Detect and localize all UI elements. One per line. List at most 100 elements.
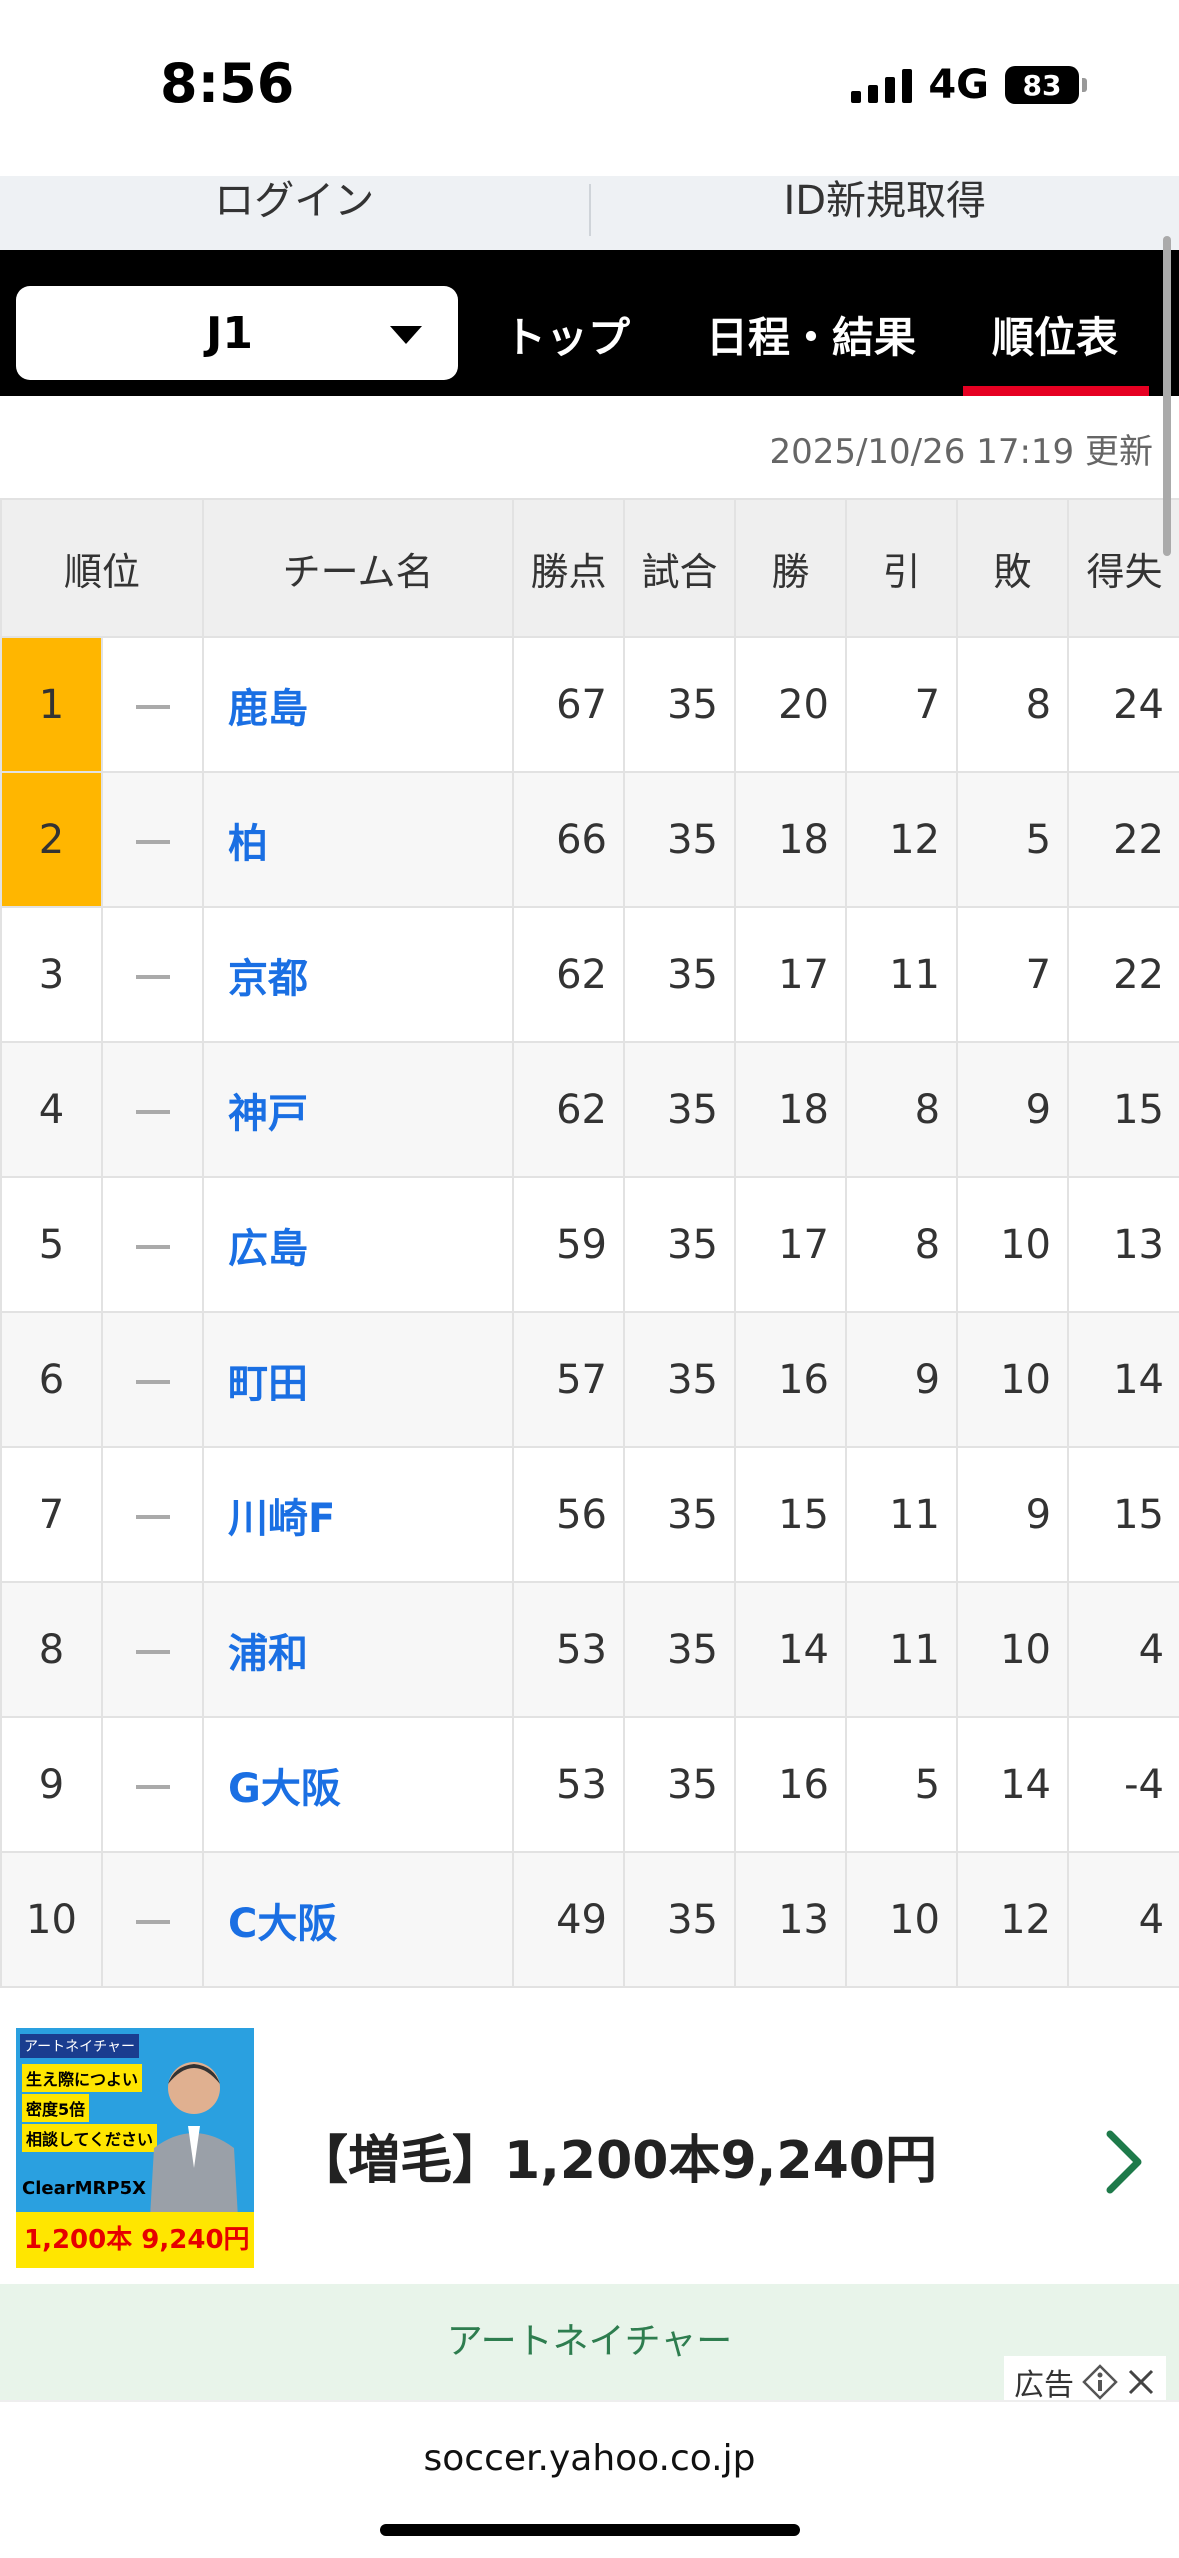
draws-cell: 12	[846, 772, 957, 907]
ad-image-price: 1,200本 9,240円	[16, 2212, 254, 2268]
rank-cell: 10	[1, 1852, 102, 1987]
header-team: チーム名	[203, 499, 513, 637]
played-cell: 35	[624, 772, 735, 907]
ad-label-text: 広告	[1014, 2360, 1074, 2404]
url-field[interactable]: soccer.yahoo.co.jp	[0, 2438, 1179, 2479]
ad-sponsor[interactable]: アートネイチャー	[0, 2284, 1179, 2400]
played-cell: 35	[624, 1042, 735, 1177]
ad-title[interactable]: 【増毛】1,200本9,240円	[296, 2118, 937, 2193]
wins-cell: 15	[735, 1447, 846, 1582]
goal-diff-cell: 4	[1068, 1582, 1179, 1717]
table-row: 1 鹿島 67 35 20 7 8 24	[1, 637, 1179, 772]
table-row: 8 浦和 53 35 14 11 10 4	[1, 1582, 1179, 1717]
wins-cell: 16	[735, 1312, 846, 1447]
points-cell: 66	[513, 772, 624, 907]
table-row: 5 広島 59 35 17 8 10 13	[1, 1177, 1179, 1312]
close-icon[interactable]	[1126, 2367, 1156, 2397]
points-cell: 59	[513, 1177, 624, 1312]
draws-cell: 9	[846, 1312, 957, 1447]
team-link[interactable]: 京都	[203, 907, 513, 1042]
played-cell: 35	[624, 1582, 735, 1717]
no-change-icon	[136, 1515, 170, 1519]
rank-change	[102, 1852, 203, 1987]
losses-cell: 10	[957, 1582, 1068, 1717]
ad-image[interactable]: アートネイチャー 生え際につよい 密度5倍 相談してください ClearMRP5…	[16, 2028, 254, 2268]
rank-change	[102, 772, 203, 907]
register-link[interactable]: ID新規取得	[591, 176, 1179, 250]
wins-cell: 18	[735, 772, 846, 907]
updated-timestamp: 2025/10/26 17:19 更新	[769, 424, 1153, 473]
team-link[interactable]: 広島	[203, 1177, 513, 1312]
losses-cell: 8	[957, 637, 1068, 772]
ad-image-tag: アートネイチャー	[20, 2034, 139, 2058]
status-time: 8:56	[160, 52, 294, 115]
home-indicator[interactable]	[380, 2524, 800, 2536]
wins-cell: 16	[735, 1717, 846, 1852]
chevron-right-icon[interactable]	[1104, 2130, 1144, 2194]
rank-cell: 2	[1, 772, 102, 907]
header-points: 勝点	[513, 499, 624, 637]
no-change-icon	[136, 1245, 170, 1249]
table-header: 順位 チーム名 勝点 試合 勝 引 敗 得失	[1, 499, 1179, 637]
draws-cell: 5	[846, 1717, 957, 1852]
rank-cell: 6	[1, 1312, 102, 1447]
browser-bar: soccer.yahoo.co.jp	[0, 2400, 1179, 2558]
table-row: 6 町田 57 35 16 9 10 14	[1, 1312, 1179, 1447]
rank-cell: 7	[1, 1447, 102, 1582]
points-cell: 53	[513, 1582, 624, 1717]
wins-cell: 20	[735, 637, 846, 772]
ad-info-icon[interactable]	[1082, 2364, 1118, 2400]
rank-change	[102, 907, 203, 1042]
scrollbar[interactable]	[1163, 236, 1171, 556]
team-link[interactable]: 川崎F	[203, 1447, 513, 1582]
league-select[interactable]: J1	[16, 286, 458, 380]
active-tab-indicator	[963, 386, 1149, 396]
losses-cell: 12	[957, 1852, 1068, 1987]
battery-icon: 83	[1005, 66, 1079, 104]
team-link[interactable]: 鹿島	[203, 637, 513, 772]
goal-diff-cell: 4	[1068, 1852, 1179, 1987]
no-change-icon	[136, 1110, 170, 1114]
team-link[interactable]: 柏	[203, 772, 513, 907]
header-draws: 引	[846, 499, 957, 637]
tab-schedule-results[interactable]: 日程・結果	[706, 304, 916, 365]
ad-image-brand: ClearMRP5X	[22, 2178, 146, 2199]
played-cell: 35	[624, 1312, 735, 1447]
login-link[interactable]: ログイン	[0, 176, 589, 250]
draws-cell: 8	[846, 1042, 957, 1177]
table-row: 10 C大阪 49 35 13 10 12 4	[1, 1852, 1179, 1987]
losses-cell: 10	[957, 1312, 1068, 1447]
table-row: 4 神戸 62 35 18 8 9 15	[1, 1042, 1179, 1177]
rank-cell: 4	[1, 1042, 102, 1177]
status-bar: 8:56 4G 83	[0, 0, 1179, 176]
wins-cell: 17	[735, 1177, 846, 1312]
points-cell: 56	[513, 1447, 624, 1582]
team-link[interactable]: G大阪	[203, 1717, 513, 1852]
rank-change	[102, 637, 203, 772]
losses-cell: 5	[957, 772, 1068, 907]
rank-cell: 8	[1, 1582, 102, 1717]
team-link[interactable]: 町田	[203, 1312, 513, 1447]
ad-image-line: 密度5倍	[22, 2094, 89, 2122]
league-nav: J1 トップ 日程・結果 順位表	[0, 250, 1179, 396]
goal-diff-cell: 24	[1068, 637, 1179, 772]
league-select-value: J1	[206, 308, 253, 359]
team-link[interactable]: C大阪	[203, 1852, 513, 1987]
ad-banner[interactable]: アートネイチャー 生え際につよい 密度5倍 相談してください ClearMRP5…	[0, 2010, 1179, 2284]
draws-cell: 11	[846, 907, 957, 1042]
rank-cell: 3	[1, 907, 102, 1042]
tab-standings[interactable]: 順位表	[992, 304, 1118, 365]
team-link[interactable]: 神戸	[203, 1042, 513, 1177]
draws-cell: 11	[846, 1447, 957, 1582]
team-link[interactable]: 浦和	[203, 1582, 513, 1717]
points-cell: 57	[513, 1312, 624, 1447]
ad-image-line: 相談してください	[22, 2124, 157, 2152]
rank-change	[102, 1312, 203, 1447]
goal-diff-cell: 22	[1068, 772, 1179, 907]
tab-top[interactable]: トップ	[504, 304, 630, 365]
played-cell: 35	[624, 1717, 735, 1852]
no-change-icon	[136, 705, 170, 709]
no-change-icon	[136, 1920, 170, 1924]
played-cell: 35	[624, 637, 735, 772]
goal-diff-cell: -4	[1068, 1717, 1179, 1852]
